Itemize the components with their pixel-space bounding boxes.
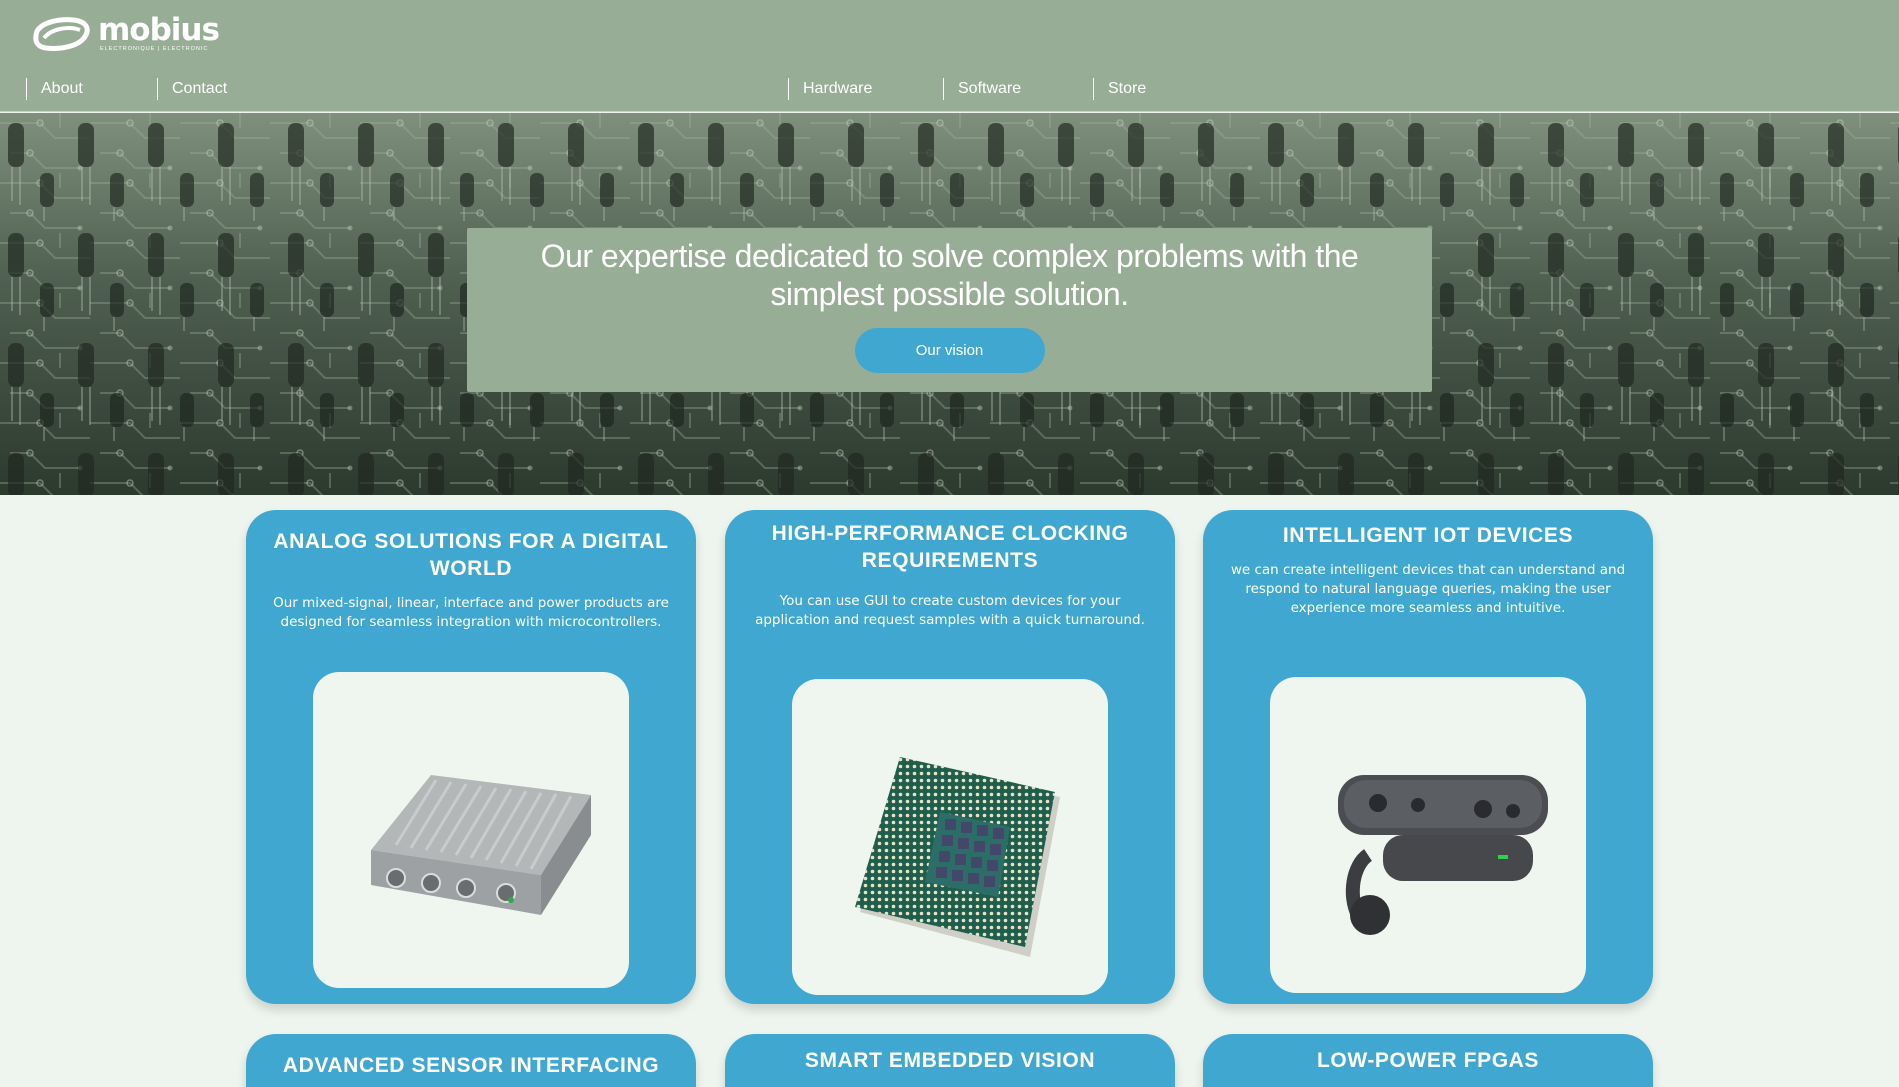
card-smart-embedded-vision[interactable]: SMART EMBEDDED VISION — [725, 1034, 1175, 1087]
card-title: LOW-POWER FPGAS — [1316, 1049, 1540, 1072]
card-title: ADVANCED SENSOR INTERFACING — [282, 1054, 660, 1077]
nav-store[interactable]: Store — [1093, 78, 1146, 100]
card-description: we can create intelligent devices that c… — [1230, 562, 1626, 616]
card-intelligent-iot-devices[interactable]: INTELLIGENT IOT DEVICES we can create in… — [1203, 510, 1653, 1004]
brand-name: mobius — [98, 12, 220, 48]
hero-headline: Our expertise dedicated to solve complex… — [540, 238, 1359, 312]
card-high-performance-clocking[interactable]: HIGH-PERFORMANCE CLOCKING REQUIREMENTS Y… — [725, 510, 1175, 1004]
brand-tagline: ELECTRONIQUE | ELECTRONIC — [100, 46, 209, 52]
site-header: mobius ELECTRONIQUE | ELECTRONIC About C… — [0, 0, 1899, 112]
nav-contact[interactable]: Contact — [157, 78, 227, 100]
card-title: INTELLIGENT IOT DEVICES — [1282, 524, 1574, 547]
card-description: You can use GUI to create custom devices… — [755, 593, 1145, 628]
card-low-power-fpgas[interactable]: LOW-POWER FPGAS — [1203, 1034, 1653, 1087]
card-advanced-sensor-interfacing[interactable]: ADVANCED SENSOR INTERFACING — [246, 1034, 696, 1087]
card-image-panel — [313, 672, 629, 988]
card-image-panel — [792, 679, 1108, 995]
hero-message-box: Our expertise dedicated to solve complex… — [467, 228, 1432, 392]
card-analog-solutions[interactable]: ANALOG SOLUTIONS FOR A DIGITAL WORLD Our… — [246, 510, 696, 1004]
card-title: ANALOG SOLUTIONS FOR A DIGITAL WORLD — [273, 530, 669, 580]
nav-about[interactable]: About — [26, 78, 83, 100]
cpu-chip-icon — [855, 757, 1060, 957]
card-image-panel — [1270, 677, 1586, 993]
card-title: HIGH-PERFORMANCE CLOCKING REQUIREMENTS — [771, 522, 1129, 572]
card-description: Our mixed-signal, linear, interface and … — [273, 595, 669, 630]
hero-section: Our expertise dedicated to solve complex… — [0, 113, 1899, 495]
brand-logo[interactable]: mobius ELECTRONIQUE | ELECTRONIC — [30, 12, 220, 56]
our-vision-button[interactable]: Our vision — [854, 328, 1045, 373]
nav-hardware[interactable]: Hardware — [788, 78, 872, 100]
nav-software[interactable]: Software — [943, 78, 1021, 100]
card-title: SMART EMBEDDED VISION — [804, 1049, 1096, 1072]
depth-camera-icon — [1338, 775, 1548, 935]
mobius-logo-icon — [33, 17, 90, 51]
video-encoder-device-icon — [371, 775, 591, 915]
